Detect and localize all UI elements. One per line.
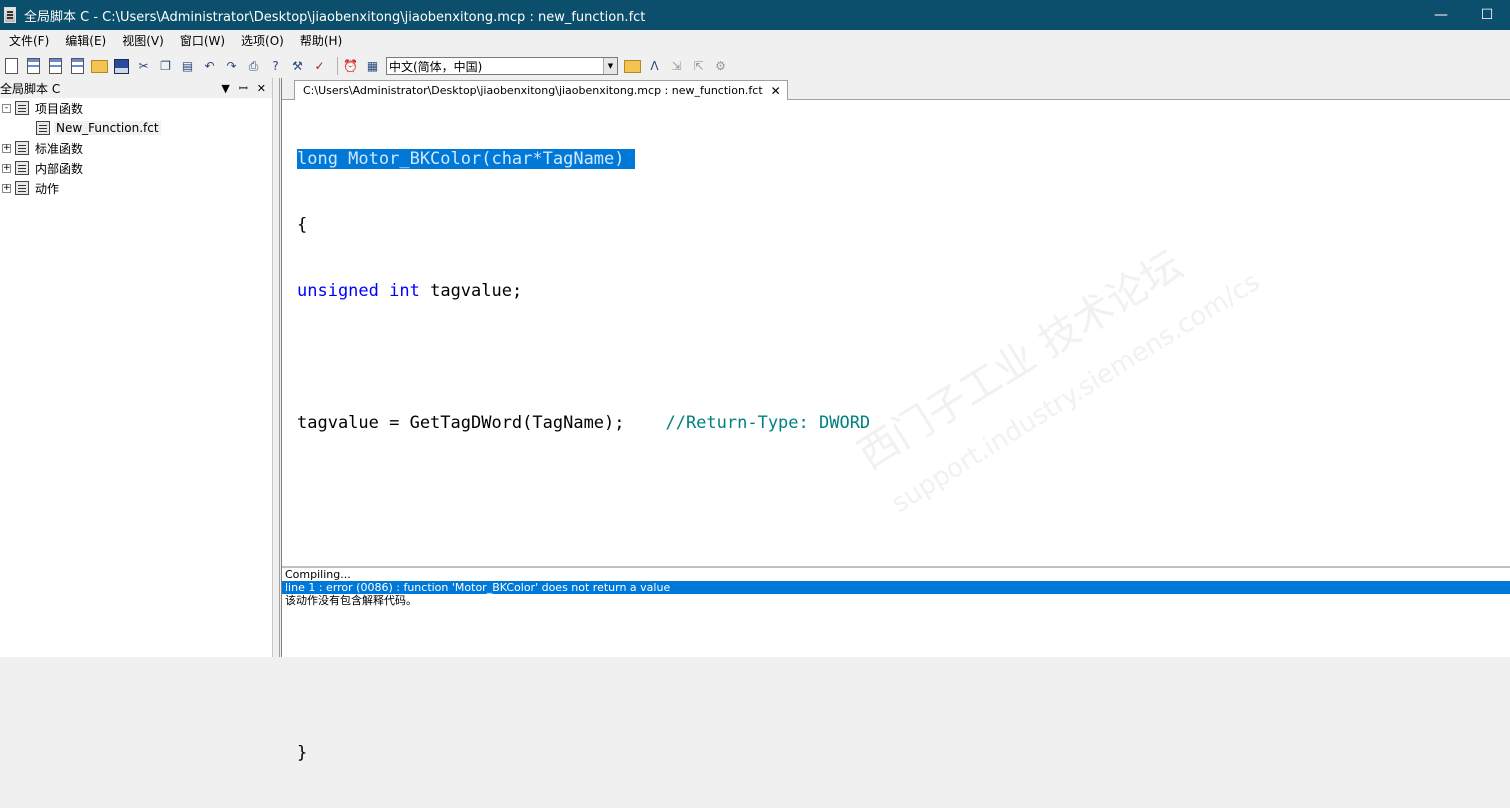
import-icon[interactable]: ⇲: [668, 58, 685, 75]
menu-edit[interactable]: 编辑(E): [57, 30, 114, 52]
tab-label: C:\Users\Administrator\Desktop\jiaobenxi…: [303, 84, 763, 97]
keyword: int: [389, 281, 420, 301]
folder-icon: [15, 181, 29, 195]
trigger-clock-icon[interactable]: ⏰: [342, 58, 359, 75]
output-line: 该动作没有包含解释代码。: [285, 594, 417, 607]
menu-help[interactable]: 帮助(H): [292, 30, 350, 52]
watermark-text: 西门子工业 技术论坛: [850, 242, 1191, 479]
script-tree-panel: 全局脚本 C ▼ ꟷ ✕ - 项目函数 New_Function.fct + 标…: [0, 78, 272, 657]
title-bar: 全局脚本 C - C:\Users\Administrator\Desktop\…: [0, 0, 1510, 30]
redo-icon[interactable]: ↷: [223, 58, 240, 75]
expand-icon[interactable]: +: [2, 143, 11, 153]
minimize-button[interactable]: —: [1418, 0, 1464, 30]
window-title: 全局脚本 C - C:\Users\Administrator\Desktop\…: [24, 9, 646, 25]
editor-area: C:\Users\Administrator\Desktop\jiaobenxi…: [281, 78, 1510, 763]
menu-options[interactable]: 选项(O): [233, 30, 292, 52]
close-icon[interactable]: ✕: [257, 82, 266, 95]
undo-icon[interactable]: ↶: [201, 58, 218, 75]
keyword: unsigned: [297, 281, 379, 301]
new-document-icon[interactable]: [3, 58, 20, 75]
new-function-icon[interactable]: [25, 58, 42, 75]
save-icon[interactable]: [113, 58, 130, 75]
compile-icon[interactable]: ⚒: [289, 58, 306, 75]
code-line: long Motor_BKColor(char*TagName): [297, 148, 870, 170]
help-pointer-icon[interactable]: ?: [267, 58, 284, 75]
tree-item-new-function[interactable]: New_Function.fct: [0, 118, 272, 138]
watermark-url: support.industry.siemens.com/cs: [886, 266, 1266, 520]
tree-item-label: 标准函数: [35, 141, 84, 156]
tab-close-icon[interactable]: ✕: [771, 84, 781, 98]
menu-window[interactable]: 窗口(W): [172, 30, 233, 52]
panel-dropdown-icon[interactable]: ▼: [221, 82, 229, 95]
panel-title: 全局脚本 C: [0, 81, 61, 96]
tree-item-internal-functions[interactable]: + 内部函数: [0, 158, 272, 178]
tab-new-function[interactable]: C:\Users\Administrator\Desktop\jiaobenxi…: [294, 80, 788, 100]
menu-bar: 文件(F) 编辑(E) 视图(V) 窗口(W) 选项(O) 帮助(H): [0, 30, 1510, 52]
pin-icon[interactable]: ꟷ: [239, 81, 248, 96]
expand-icon[interactable]: +: [2, 183, 11, 193]
tab-strip: C:\Users\Administrator\Desktop\jiaobenxi…: [282, 78, 1510, 100]
code-text: }: [297, 743, 308, 763]
copy-icon[interactable]: ❐: [157, 58, 174, 75]
tree-item-label: 动作: [35, 181, 60, 196]
selected-code: long Motor_BKColor(char*TagName): [297, 149, 635, 169]
export-icon[interactable]: ⇱: [690, 58, 707, 75]
folder-icon: [15, 141, 29, 155]
code-editor[interactable]: long Motor_BKColor(char*TagName) { unsig…: [297, 104, 870, 808]
code-comment: //Return-Type: DWORD: [665, 413, 871, 433]
compass-icon[interactable]: Ʌ: [646, 58, 663, 75]
chevron-down-icon[interactable]: ▼: [603, 58, 617, 74]
toolbar: ✂ ❐ ▤ ↶ ↷ ⎙ ? ⚒ ✓ ⏰ ▦ 中文(简体，中国) ▼ Ʌ ⇲ ⇱ …: [0, 54, 1510, 78]
menu-view[interactable]: 视图(V): [114, 30, 172, 52]
language-select[interactable]: 中文(简体，中国) ▼: [386, 57, 618, 75]
tree-item-label: New_Function.fct: [54, 121, 161, 135]
folder-icon: [15, 161, 29, 175]
code-line: {: [297, 214, 870, 236]
tree-item-standard-functions[interactable]: + 标准函数: [0, 138, 272, 158]
paste-icon[interactable]: ▤: [179, 58, 196, 75]
cut-icon[interactable]: ✂: [135, 58, 152, 75]
panel-header: 全局脚本 C ▼ ꟷ ✕: [0, 78, 272, 98]
output-line: Compiling...: [285, 568, 351, 581]
tools-icon[interactable]: ⚙: [712, 58, 729, 75]
output-window[interactable]: Compiling... line 1 : error (0086) : fun…: [282, 566, 1510, 657]
spell-check-icon[interactable]: ✓: [311, 58, 328, 75]
folder-icon: [15, 101, 29, 115]
print-icon[interactable]: ⎙: [245, 58, 262, 75]
code-text: tagvalue = GetTagDWord(TagName);: [297, 413, 666, 433]
tree-item-project-functions[interactable]: - 项目函数: [0, 98, 272, 118]
function-file-icon: [36, 121, 50, 135]
language-select-value: 中文(简体，中国): [389, 59, 483, 74]
menu-file[interactable]: 文件(F): [0, 30, 57, 52]
code-text: tagvalue;: [419, 281, 523, 301]
maximize-button[interactable]: ☐: [1464, 0, 1510, 30]
info-icon[interactable]: ▦: [364, 58, 381, 75]
code-line: }: [297, 742, 870, 764]
open-folder-icon[interactable]: [91, 58, 108, 75]
code-line: unsigned int tagvalue;: [297, 280, 870, 302]
tree-item-label: 项目函数: [35, 101, 84, 116]
open-project-icon[interactable]: [624, 58, 641, 75]
new-project-function-icon[interactable]: [47, 58, 64, 75]
code-line: tagvalue = GetTagDWord(TagName); //Retur…: [297, 412, 870, 434]
code-text: {: [297, 215, 308, 235]
tree-item-label: 内部函数: [35, 161, 84, 176]
expand-icon[interactable]: +: [2, 163, 11, 173]
toolbar-separator: [337, 57, 338, 75]
panel-splitter[interactable]: [272, 78, 280, 657]
tree-item-actions[interactable]: + 动作: [0, 178, 272, 198]
new-action-icon[interactable]: [69, 58, 86, 75]
app-icon: [4, 7, 16, 23]
output-error-line[interactable]: line 1 : error (0086) : function 'Motor_…: [282, 581, 1510, 594]
collapse-icon[interactable]: -: [2, 103, 11, 113]
